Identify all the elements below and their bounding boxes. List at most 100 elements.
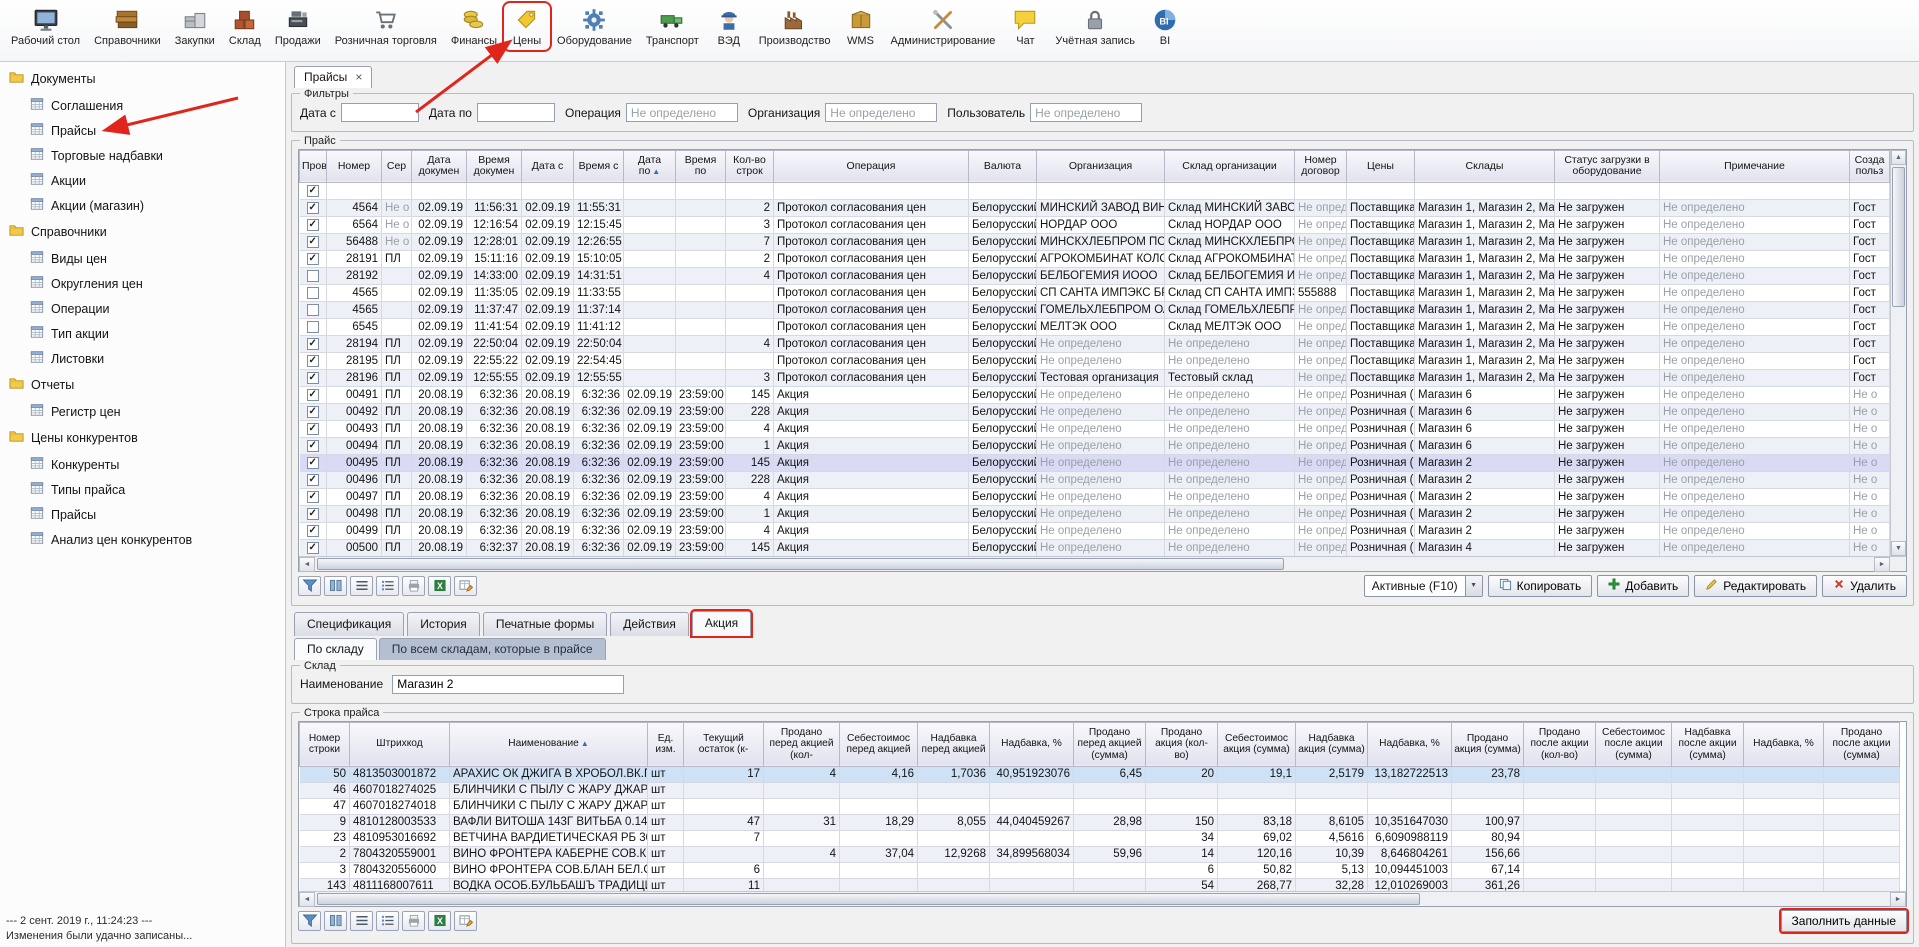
sidebar-section-3[interactable]: Цены конкурентов <box>0 424 285 452</box>
column-header-14[interactable]: Номер договор <box>1295 150 1347 182</box>
grid-row-5[interactable]: 27804320559001ВИНО ФРОНТЕРА КАБЕРНЕ СОВ.… <box>300 846 1900 862</box>
column-header-13[interactable]: Склад организации <box>1165 150 1295 182</box>
column-header-13[interactable]: Надбавка, % <box>1368 722 1452 766</box>
tab-actions[interactable]: Действия <box>610 612 689 636</box>
sidebar-item-3-0[interactable]: Конкуренты <box>0 452 285 477</box>
checkbox-cell[interactable]: ✓ <box>300 437 327 454</box>
filter-input-operation[interactable] <box>626 103 738 122</box>
grid-row-15[interactable]: ✓00494ПЛ20.08.196:32:3620.08.196:32:3602… <box>300 437 1890 454</box>
sidebar-item-1-3[interactable]: Тип акции <box>0 321 285 346</box>
column-header-7[interactable]: Надбавка перед акцией <box>918 722 990 766</box>
checkbox-checked-icon[interactable]: ✓ <box>307 219 319 231</box>
grid-row-14[interactable]: ✓00493ПЛ20.08.196:32:3620.08.196:32:3602… <box>300 420 1890 437</box>
grid-tool-rows-button[interactable] <box>376 576 399 596</box>
vscroll-thumb[interactable] <box>1892 167 1905 307</box>
column-header-6[interactable]: Время с <box>574 150 624 182</box>
close-icon[interactable]: × <box>355 72 362 82</box>
grid-row-17[interactable]: ✓00496ПЛ20.08.196:32:3620.08.196:32:3602… <box>300 471 1890 488</box>
copy-button[interactable]: Копировать <box>1488 575 1593 597</box>
hscroll-thumb[interactable] <box>317 558 1284 570</box>
toolbar-item-purchases[interactable]: Закупки <box>168 3 222 50</box>
toolbar-item-prices[interactable]: Цены <box>504 3 550 50</box>
checkbox-cell[interactable] <box>300 267 327 284</box>
toolbar-item-account[interactable]: Учётная запись <box>1048 3 1142 50</box>
column-header-5[interactable]: Продано перед акцией (кол- <box>764 722 840 766</box>
sidebar-item-3-1[interactable]: Типы прайса <box>0 477 285 502</box>
sidebar-item-3-2[interactable]: Прайсы <box>0 502 285 527</box>
price-grid-vscrollbar[interactable]: ▲ ▼ <box>1890 150 1906 556</box>
column-header-5[interactable]: Дата с <box>522 150 574 182</box>
column-header-19[interactable]: Созда польз <box>1850 150 1890 182</box>
checkbox-cell[interactable]: ✓ <box>300 199 327 216</box>
filter-input-user[interactable] <box>1030 103 1142 122</box>
hscroll-thumb[interactable] <box>317 893 1420 905</box>
grid-tool-excel-button[interactable]: X <box>428 911 451 931</box>
active-filter-combo[interactable]: Активные (F10) ▼ <box>1364 575 1483 597</box>
fill-data-button[interactable]: Заполнить данные <box>1781 910 1907 932</box>
checkbox-cell[interactable]: ✓ <box>300 250 327 267</box>
checkbox-cell[interactable]: ✓ <box>300 335 327 352</box>
grid-tool-excel-button[interactable]: X <box>428 576 451 596</box>
column-header-11[interactable]: Валюта <box>969 150 1037 182</box>
sidebar-item-2-0[interactable]: Регистр цен <box>0 399 285 424</box>
grid-row-3[interactable]: 94810128003533ВАФЛИ ВИТОША 143Г ВИТЬБА 0… <box>300 814 1900 830</box>
scroll-right-icon[interactable]: ► <box>1890 892 1906 907</box>
column-header-12[interactable]: Надбавка акция (сумма) <box>1296 722 1368 766</box>
add-button[interactable]: Добавить <box>1597 575 1689 597</box>
filter-input-date-to[interactable] <box>477 103 555 122</box>
column-header-8[interactable]: Время по <box>676 150 726 182</box>
sidebar-item-3-3[interactable]: Анализ цен конкурентов <box>0 527 285 552</box>
toolbar-item-warehouse[interactable]: Склад <box>222 3 268 50</box>
toolbar-item-admin[interactable]: Администрирование <box>884 3 1003 50</box>
column-header-9[interactable]: Продано перед акцией (сумма) <box>1074 722 1146 766</box>
grid-row-21[interactable]: ✓00500ПЛ20.08.196:32:3720.08.196:32:3602… <box>300 539 1890 556</box>
checkbox-checked-icon[interactable]: ✓ <box>307 185 319 197</box>
checkbox-cell[interactable]: ✓ <box>300 539 327 556</box>
checkbox-cell[interactable]: ✓ <box>300 386 327 403</box>
column-header-15[interactable]: Цены <box>1347 150 1415 182</box>
grid-row-4[interactable]: ✓28191ПЛ02.09.1915:11:1602.09.1915:10:05… <box>300 250 1890 267</box>
column-header-9[interactable]: Кол-во строк <box>726 150 774 182</box>
toolbar-item-equipment[interactable]: Оборудование <box>550 3 639 50</box>
checkbox-cell[interactable]: ✓ <box>300 522 327 539</box>
grid-tool-print-button[interactable] <box>402 576 425 596</box>
column-header-3[interactable]: Ед. изм. <box>648 722 684 766</box>
grid-row-0[interactable]: ✓ <box>300 182 1890 199</box>
checkbox-cell[interactable]: ✓ <box>300 420 327 437</box>
toolbar-item-sales[interactable]: Продажи <box>268 3 328 50</box>
checkbox-checked-icon[interactable]: ✓ <box>307 542 319 554</box>
checkbox-checked-icon[interactable]: ✓ <box>307 491 319 503</box>
column-header-17[interactable]: Статус загрузки в оборудование <box>1555 150 1660 182</box>
column-header-17[interactable]: Надбавка после акции (сумма) <box>1672 722 1744 766</box>
checkbox-cell[interactable]: ✓ <box>300 471 327 488</box>
tab-by-warehouse[interactable]: По складу <box>294 638 377 660</box>
checkbox-checked-icon[interactable]: ✓ <box>307 253 319 265</box>
sidebar-section-0[interactable]: Документы <box>0 65 285 93</box>
sidebar-item-1-4[interactable]: Листовки <box>0 346 285 371</box>
tab-promo[interactable]: Акция <box>692 611 751 636</box>
price-grid-hscrollbar[interactable]: ◄ ► <box>299 556 1906 571</box>
column-header-18[interactable]: Примечание <box>1660 150 1850 182</box>
column-header-8[interactable]: Надбавка, % <box>990 722 1074 766</box>
grid-tool-print-button[interactable] <box>402 911 425 931</box>
checkbox-checked-icon[interactable]: ✓ <box>307 338 319 350</box>
grid-row-2[interactable]: 474607018274018БЛИНЧИКИ С ПЫЛУ С ЖАРУ ДЖ… <box>300 798 1900 814</box>
grid-tool-list-button[interactable] <box>350 576 373 596</box>
toolbar-item-retail[interactable]: Розничная торговля <box>328 3 444 50</box>
tab-history[interactable]: История <box>407 612 480 636</box>
grid-tool-filter-button[interactable] <box>298 911 321 931</box>
column-header-4[interactable]: Время докумен <box>467 150 522 182</box>
column-header-16[interactable]: Себестоимос после акции (сумма) <box>1596 722 1672 766</box>
grid-row-8[interactable]: 654502.09.1911:41:5402.09.1911:41:12Прот… <box>300 318 1890 335</box>
checkbox-checked-icon[interactable]: ✓ <box>307 525 319 537</box>
scroll-left-icon[interactable]: ◄ <box>299 557 315 572</box>
filter-input-date-from[interactable] <box>341 103 419 122</box>
checkbox-checked-icon[interactable]: ✓ <box>307 406 319 418</box>
sidebar-item-0-4[interactable]: Акции (магазин) <box>0 193 285 218</box>
sidebar-section-1[interactable]: Справочники <box>0 218 285 246</box>
grid-row-20[interactable]: ✓00499ПЛ20.08.196:32:3620.08.196:32:3602… <box>300 522 1890 539</box>
grid-row-7[interactable]: 456502.09.1911:37:4702.09.1911:37:14Прот… <box>300 301 1890 318</box>
grid-row-11[interactable]: ✓28196ПЛ02.09.1912:55:5502.09.1912:55:55… <box>300 369 1890 386</box>
toolbar-item-production[interactable]: Производство <box>752 3 838 50</box>
grid-row-19[interactable]: ✓00498ПЛ20.08.196:32:3620.08.196:32:3602… <box>300 505 1890 522</box>
